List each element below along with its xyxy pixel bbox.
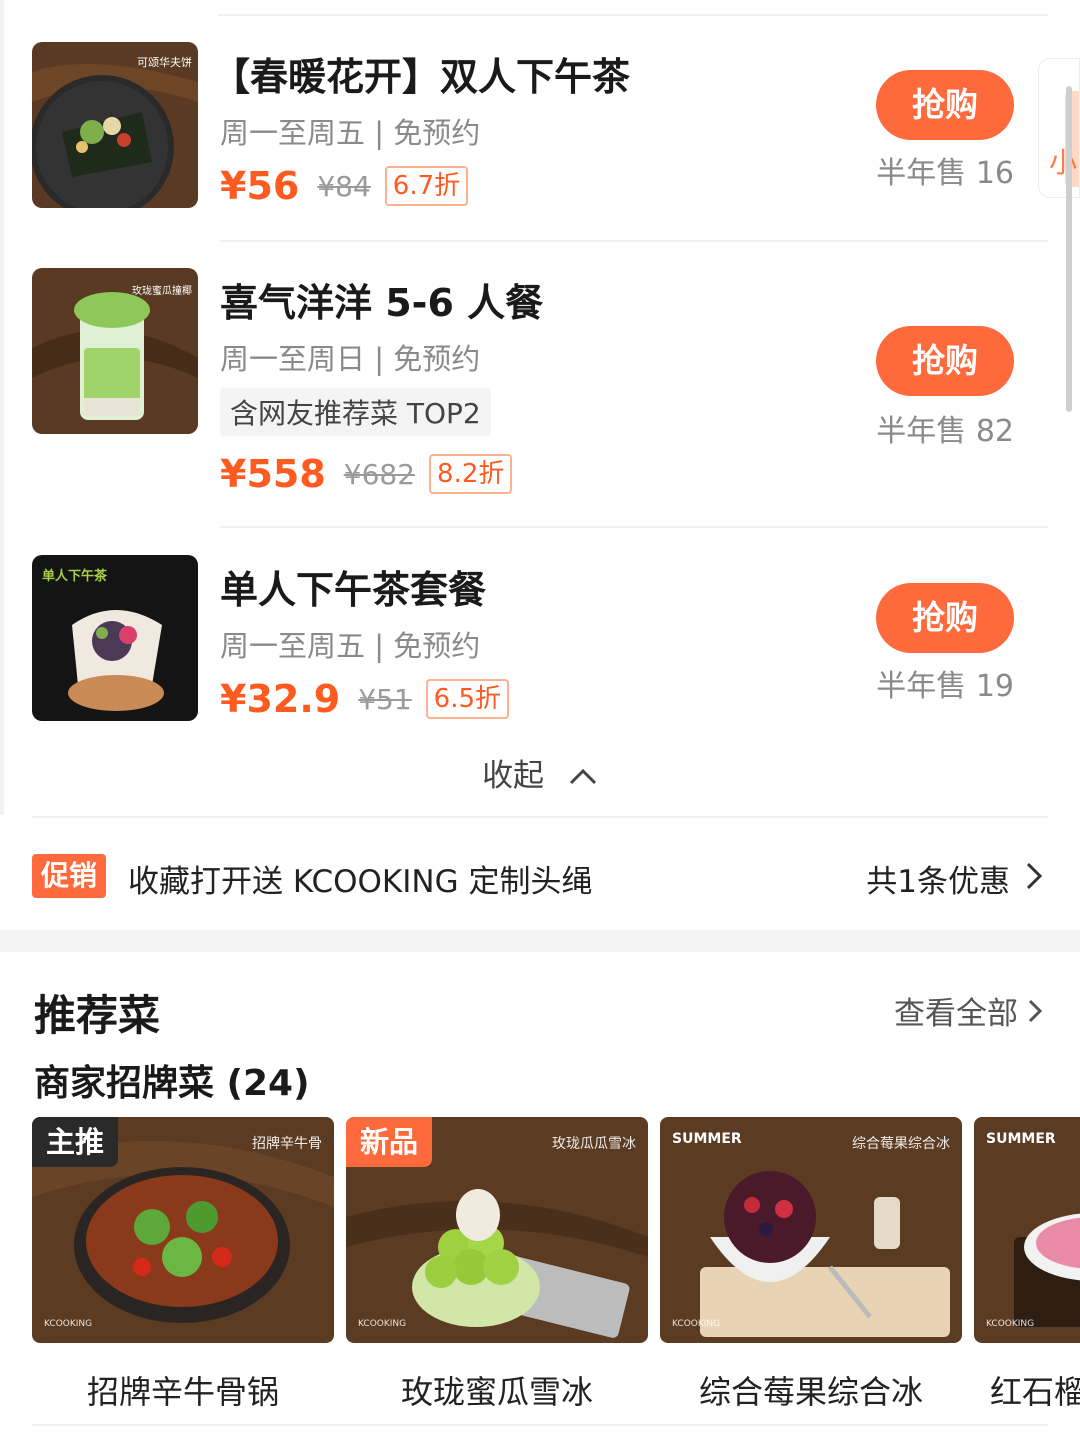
deal-price: ¥32.9 [220, 677, 341, 721]
chevron-up-icon [568, 758, 598, 794]
dish-name: 综合莓果综合冰 [698, 1373, 923, 1411]
price-row: ¥32.9 ¥51 6.5折 [220, 677, 510, 721]
dish-image-caption: 玫珑瓜瓜雪冰 [552, 1136, 636, 1152]
dish-image: SUMMER 综合莓果综合冰 KCOOKING [660, 1117, 962, 1343]
see-all-label: 查看全部 [894, 996, 1018, 1032]
dish-label: 新品 [346, 1117, 433, 1167]
scrollbar[interactable] [1066, 86, 1072, 412]
dish-card[interactable]: 主推 招牌辛牛骨 KCOOKING 招牌辛牛骨锅 [32, 1117, 334, 1413]
dish-label: 主推 [32, 1117, 119, 1167]
dish-name: 玫珑蜜瓜雪冰 [400, 1373, 593, 1411]
brand-logo: KCOOKING [672, 1319, 721, 1329]
promo-text: 收藏打开送 KCOOKING 定制头绳 [128, 864, 593, 900]
dish-image-caption: 招牌辛牛骨 [252, 1136, 322, 1152]
deal-item[interactable]: 玫珑蜜瓜撞椰 喜气洋洋 5-6 人餐 周一至周日 | 免预约 含网友推荐菜 TO… [32, 268, 1048, 528]
bottom-divider [32, 1424, 1048, 1426]
original-price: ¥682 [343, 457, 416, 491]
deal-title: 单人下午茶套餐 [220, 568, 487, 612]
side-panel-text: 小 [1049, 146, 1078, 179]
buy-button[interactable]: 抢购 [876, 583, 1014, 653]
deal-thumbnail: 可颂华夫饼 [32, 42, 198, 208]
section-gap [0, 930, 1080, 952]
buy-button[interactable]: 抢购 [876, 326, 1014, 396]
discount-badge: 8.2折 [429, 454, 513, 494]
deal-price: ¥558 [220, 452, 326, 496]
dish-image-caption: 综合莓果综合冰 [852, 1136, 950, 1152]
top-divider [218, 14, 1048, 16]
side-panel-peek[interactable]: 小 [1038, 58, 1080, 198]
deal-subtitle: 周一至周五 | 免预约 [220, 629, 481, 663]
deal-thumbnail: 单人下午茶 [32, 555, 198, 721]
promo-row[interactable]: 促销 收藏打开送 KCOOKING 定制头绳 共1条优惠 [32, 848, 1048, 904]
summer-mark: SUMMER [672, 1131, 742, 1147]
deal-item[interactable]: 单人下午茶 单人下午茶套餐 周一至周五 | 免预约 ¥32.9 ¥51 6.5折… [32, 555, 1048, 735]
thumb-caption: 单人下午茶 [42, 569, 108, 584]
price-row: ¥558 ¥682 8.2折 [220, 452, 513, 496]
buy-button[interactable]: 抢购 [876, 70, 1014, 140]
dish-card[interactable]: SUMMER KCOOKING 红石榴 [974, 1117, 1080, 1413]
discount-badge: 6.5折 [425, 679, 510, 719]
price-row: ¥56 ¥84 6.7折 [220, 164, 469, 208]
deal-subtitle: 周一至周五 | 免预约 [220, 116, 481, 150]
promo-badge: 促销 [32, 854, 106, 898]
dish-name: 红石榴 [990, 1373, 1080, 1411]
section-divider [32, 816, 1048, 818]
dish-name: 招牌辛牛骨锅 [86, 1373, 279, 1411]
original-price: ¥51 [358, 682, 412, 716]
dish-carousel[interactable]: 主推 招牌辛牛骨 KCOOKING 招牌辛牛骨锅 新品 玫珑瓜瓜雪冰 KCOOK… [32, 1117, 1080, 1417]
row-divider [220, 526, 1048, 528]
brand-logo: KCOOKING [44, 1319, 93, 1329]
deal-title: 【春暖花开】双人下午茶 [212, 55, 631, 99]
summer-mark: SUMMER [986, 1131, 1056, 1147]
collapse-button[interactable]: 收起 [0, 750, 1080, 795]
see-all-link[interactable]: 查看全部 [894, 988, 1046, 1033]
signature-dishes-title: 商家招牌菜 (24) [34, 1063, 310, 1104]
dish-image: 主推 招牌辛牛骨 KCOOKING [32, 1117, 334, 1343]
chevron-right-icon [1018, 858, 1048, 894]
brand-logo: KCOOKING [358, 1319, 407, 1329]
deal-item[interactable]: 可颂华夫饼 【春暖花开】双人下午茶 周一至周五 | 免预约 ¥56 ¥84 6.… [32, 42, 1048, 242]
row-divider [220, 240, 1048, 242]
sold-count: 半年售 19 [876, 669, 1014, 704]
dish-image: SUMMER KCOOKING [974, 1117, 1080, 1343]
thumb-caption: 玫珑蜜瓜撞椰 [132, 286, 192, 297]
chevron-right-icon [1028, 999, 1043, 1022]
brand-logo: KCOOKING [986, 1319, 1035, 1329]
deal-price: ¥56 [220, 164, 300, 208]
deal-title: 喜气洋洋 5-6 人餐 [220, 281, 544, 325]
discount-badge: 6.7折 [384, 166, 469, 206]
thumb-caption: 可颂华夫饼 [137, 56, 192, 69]
dish-card[interactable]: 新品 玫珑瓜瓜雪冰 KCOOKING 玫珑蜜瓜雪冰 [346, 1117, 648, 1413]
promo-count: 共1条优惠 [866, 864, 1010, 900]
left-edge-strip [0, 0, 4, 815]
recommend-tag: 含网友推荐菜 TOP2 [220, 388, 491, 436]
deal-thumbnail: 玫珑蜜瓜撞椰 [32, 268, 198, 434]
deal-subtitle: 周一至周日 | 免预约 [220, 342, 481, 376]
section-title: 推荐菜 [34, 991, 161, 1040]
dish-card[interactable]: SUMMER 综合莓果综合冰 KCOOKING 综合莓果综合冰 [660, 1117, 962, 1413]
dish-image: 新品 玫珑瓜瓜雪冰 KCOOKING [346, 1117, 648, 1343]
collapse-label: 收起 [482, 758, 545, 794]
original-price: ¥84 [317, 169, 371, 203]
sold-count: 半年售 82 [876, 414, 1014, 449]
sold-count: 半年售 16 [876, 156, 1014, 191]
